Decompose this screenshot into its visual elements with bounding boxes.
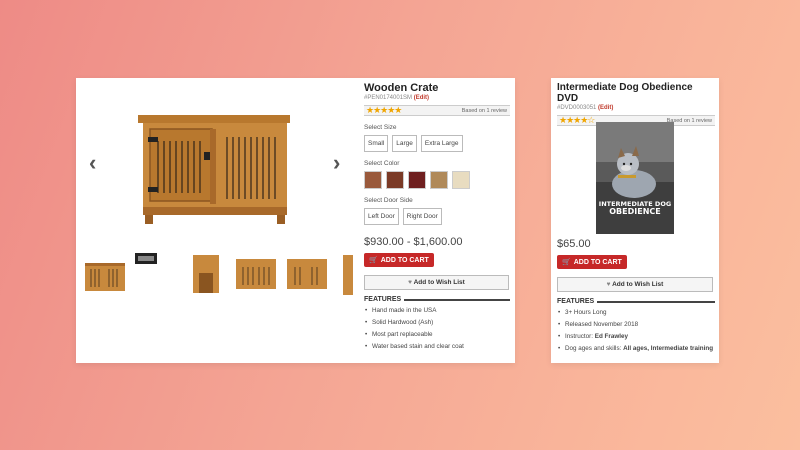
door-option-right[interactable]: Right Door: [402, 208, 442, 225]
thumbnail-2[interactable]: [131, 251, 161, 299]
review-count[interactable]: Based on 1 review: [462, 108, 507, 114]
color-swatch-1[interactable]: [364, 171, 382, 189]
dvd-purchase: $65.00 🛒 ADD TO CART ♥ Add to Wish List F…: [557, 238, 715, 357]
cart-icon: 🛒: [562, 259, 571, 266]
add-to-wish-list-button[interactable]: ♥ Add to Wish List: [557, 277, 713, 292]
size-label: Select Size: [364, 124, 397, 131]
add-to-wish-list-button[interactable]: ♥ Add to Wish List: [364, 275, 509, 290]
features-list: 3+ Hours Long Released November 2018 Ins…: [557, 309, 715, 352]
product-main-image: [138, 115, 290, 224]
heart-icon: ♥: [606, 281, 611, 288]
edit-link[interactable]: (Edit): [598, 105, 613, 111]
product-title: Wooden Crate: [364, 82, 439, 94]
dog-photo: [596, 122, 674, 234]
thumbnail-strip: [81, 251, 353, 299]
features-heading: FEATURES: [557, 298, 715, 305]
cart-icon: 🛒: [369, 257, 378, 264]
feature-item: 3+ Hours Long: [557, 309, 715, 316]
divider: [404, 298, 510, 301]
ages-label: Dog ages and skills:: [565, 345, 622, 352]
star-rating-icon: ★★★★★: [366, 105, 402, 115]
features-label: FEATURES: [364, 296, 402, 303]
size-option-extra-large[interactable]: Extra Large: [420, 135, 463, 152]
add-to-cart-button[interactable]: 🛒 ADD TO CART: [557, 255, 627, 269]
ages-value: All ages, Intermediate training: [623, 345, 714, 352]
product-card-dvd: Intermediate Dog Obedience DVD #DVD00030…: [551, 78, 719, 363]
dvd-cover-image: INTERMEDIATE DOG OBEDIENCE: [596, 122, 674, 234]
edit-link[interactable]: (Edit): [414, 95, 429, 101]
thumbnail-1[interactable]: [83, 251, 127, 299]
sku-value: #PEN0174001SM: [364, 95, 413, 101]
size-options: Small Large Extra Large: [364, 135, 510, 152]
product-price: $930.00 - $1,600.00: [364, 236, 463, 248]
feature-item: Most part replaceable: [364, 331, 510, 338]
features-heading: FEATURES: [364, 296, 510, 303]
feature-item: Instructor: Ed Frawley: [557, 333, 715, 340]
color-swatches: [364, 171, 510, 189]
door-label: Select Door Side: [364, 197, 413, 204]
thumbnail-3[interactable]: [185, 251, 225, 299]
product-card-wooden-crate: ‹ › Wooden Crate #PEN0174001SM (Edit) ★★…: [76, 78, 515, 363]
feature-item: Dog ages and skills: All ages, Intermedi…: [557, 345, 715, 352]
add-to-cart-button[interactable]: 🛒 ADD TO CART: [364, 253, 434, 267]
door-option-left[interactable]: Left Door: [364, 208, 399, 225]
add-to-cart-label: ADD TO CART: [380, 256, 429, 264]
product-price: $65.00: [557, 238, 591, 250]
thumbnail-4[interactable]: [233, 251, 279, 299]
dvd-details: Intermediate Dog Obedience DVD #DVD00030…: [557, 82, 715, 126]
cover-title-line-2: OBEDIENCE: [609, 206, 661, 216]
add-to-cart-label: ADD TO CART: [573, 258, 622, 266]
instructor-name: Ed Frawley: [594, 333, 628, 340]
color-label: Select Color: [364, 160, 400, 167]
color-swatch-5[interactable]: [452, 171, 470, 189]
feature-item: Solid Hardwood (Ash): [364, 319, 510, 326]
rating-bar: ★★★★★ Based on 1 review: [364, 105, 510, 116]
star-rating-icon: ★★★★☆: [559, 115, 595, 125]
feature-item: Hand made in the USA: [364, 307, 510, 314]
size-option-small[interactable]: Small: [364, 135, 389, 152]
product-sku: #DVD0003051 (Edit): [557, 105, 715, 111]
heart-icon: ♥: [408, 279, 413, 286]
wish-list-label: Add to Wish List: [413, 279, 465, 286]
cover-title: INTERMEDIATE DOG OBEDIENCE: [596, 201, 674, 216]
product-details: Wooden Crate #PEN0174001SM (Edit) ★★★★★ …: [364, 82, 510, 355]
wish-list-label: Add to Wish List: [612, 281, 664, 288]
color-swatch-2[interactable]: [386, 171, 404, 189]
divider: [597, 300, 715, 303]
sku-value: #DVD0003051: [557, 105, 597, 111]
color-swatch-4[interactable]: [430, 171, 448, 189]
feature-item: Released November 2018: [557, 321, 715, 328]
thumbnail-5[interactable]: [284, 251, 330, 299]
color-swatch-3[interactable]: [408, 171, 426, 189]
features-list: Hand made in the USA Solid Hardwood (Ash…: [364, 307, 510, 350]
door-options: Left Door Right Door: [364, 208, 510, 225]
prev-image-arrow[interactable]: ‹: [89, 150, 96, 176]
feature-item: Water based stain and clear coat: [364, 343, 510, 350]
thumbnail-6[interactable]: [343, 251, 353, 299]
instructor-label: Instructor:: [565, 333, 593, 340]
features-label: FEATURES: [557, 298, 595, 305]
product-title: Intermediate Dog Obedience DVD: [557, 82, 693, 104]
size-option-large[interactable]: Large: [392, 135, 417, 152]
product-sku: #PEN0174001SM (Edit): [364, 95, 510, 101]
